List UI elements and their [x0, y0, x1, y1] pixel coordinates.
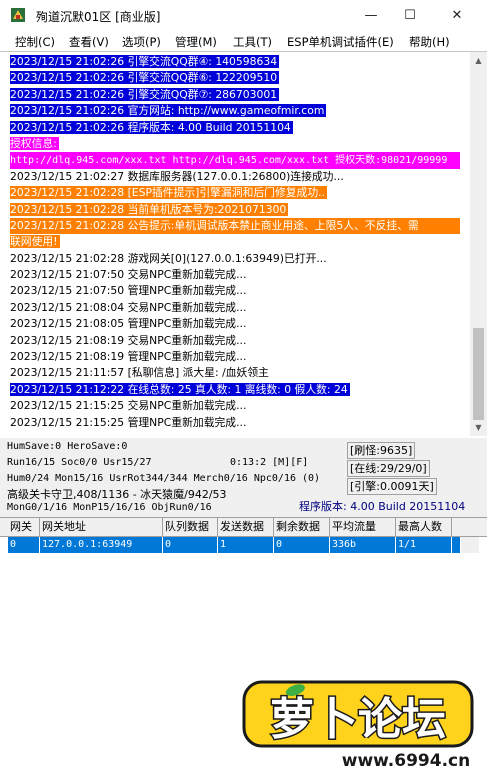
log-line: 2023/12/15 21:08:04 交易NPC重新加载完成...	[10, 300, 460, 316]
log-text: 2023/12/15 21:02:26 引擎交流QQ群⑦: 286703001	[10, 87, 280, 101]
scroll-thumb[interactable]	[473, 328, 484, 420]
cell-address: 127.0.0.1:63949	[40, 537, 163, 553]
log-text: 2023/12/15 21:02:26 程序版本: 4.00 Build 201…	[10, 120, 293, 134]
col-queue[interactable]: 队列数据	[163, 518, 218, 536]
table-scrollbar[interactable]	[461, 537, 479, 553]
menu-options[interactable]: 选项(P)	[122, 34, 161, 50]
log-line: 2023/12/15 21:02:28 游戏网关[0](127.0.0.1:63…	[10, 251, 460, 267]
log-line: 2023/12/15 21:08:19 管理NPC重新加载完成...	[10, 349, 460, 365]
cell-queue: 0	[163, 537, 218, 553]
log-lines: 2023/12/15 21:02:26 引擎交流QQ群④: 140598634 2…	[10, 54, 460, 431]
col-address[interactable]: 网关地址	[40, 518, 163, 536]
log-text: 2023/12/15 21:08:04 交易NPC重新加载完成...	[10, 300, 247, 314]
log-text: 2023/12/15 21:02:28 公告提示:单机调试版本禁止商业用途、上限…	[10, 218, 419, 232]
log-line: 2023/12/15 21:07:50 管理NPC重新加载完成...	[10, 283, 460, 299]
watermark-url: www.6994.cn	[342, 751, 470, 771]
log-text: 2023/12/15 21:02:26 引擎交流QQ群⑥: 122209510	[10, 71, 280, 85]
col-max-users[interactable]: 最高人数	[396, 518, 452, 536]
log-text: 2023/12/15 21:02:26 官方网站: http://www.gam…	[10, 104, 327, 118]
log-text: 2023/12/15 21:08:05 管理NPC重新加载完成...	[10, 317, 247, 331]
log-scrollbar[interactable]: ▲ ▼	[470, 52, 487, 436]
menu-tools[interactable]: 工具(T)	[233, 34, 272, 50]
app-icon	[11, 8, 25, 22]
log-line: 2023/12/15 21:02:27 数据库服务器(127.0.0.1:268…	[10, 169, 460, 185]
col-sent[interactable]: 发送数据	[218, 518, 274, 536]
log-panel[interactable]: 2023/12/15 21:02:26 引擎交流QQ群④: 140598634 2…	[0, 51, 487, 439]
status-mon: MonG0/1/16 MonP15/16/16 ObjRun0/16	[7, 502, 212, 513]
log-line: 2023/12/15 21:02:26 程序版本: 4.00 Build 201…	[10, 120, 460, 136]
watermark-brand: 萝卜论坛	[270, 694, 446, 745]
log-text: 2023/12/15 21:15:25 管理NPC重新加载完成...	[10, 415, 247, 429]
log-line: 2023/12/15 21:07:50 交易NPC重新加载完成...	[10, 267, 460, 283]
menu-control[interactable]: 控制(C)	[15, 34, 55, 50]
menu-view[interactable]: 查看(V)	[69, 34, 109, 50]
engine-box: [引擎:0.0091天]	[347, 478, 437, 495]
cell-gateway: 0	[8, 537, 40, 553]
log-line: 2023/12/15 21:11:57 [私聊信息] 派大星: /血妖领主	[10, 365, 460, 381]
log-line: 授权信息:	[10, 136, 460, 152]
log-line: 联网使用!	[10, 234, 460, 250]
menu-manage[interactable]: 管理(M)	[175, 34, 217, 50]
log-line: 2023/12/15 21:12:22 在线总数: 25 真人数: 1 离线数:…	[10, 382, 460, 398]
cell-avg-traffic: 336b	[330, 537, 396, 553]
log-line: 2023/12/15 21:02:26 引擎交流QQ群⑥: 122209510	[10, 70, 460, 86]
log-text: 2023/12/15 21:02:28 [ESP插件提示]引擎漏洞和后门修复成功…	[10, 186, 328, 200]
log-line: 2023/12/15 21:15:25 交易NPC重新加载完成...	[10, 398, 460, 414]
menu-help[interactable]: 帮助(H)	[409, 34, 450, 50]
log-line: 2023/12/15 21:02:28 公告提示:单机调试版本禁止商业用途、上限…	[10, 217, 460, 235]
log-text: 2023/12/15 21:02:28 游戏网关[0](127.0.0.1:63…	[10, 251, 327, 265]
log-text: 2023/12/15 21:07:50 管理NPC重新加载完成...	[10, 284, 247, 298]
log-text: 联网使用!	[10, 235, 60, 249]
log-text: 2023/12/15 21:15:25 交易NPC重新加载完成...	[10, 399, 247, 413]
close-button[interactable]: ✕	[434, 0, 480, 31]
status-run: Run16/15 Soc0/0 Usr15/27	[7, 457, 152, 468]
log-text: 2023/12/15 21:02:26 引擎交流QQ群④: 140598634	[10, 55, 280, 68]
log-text: 2023/12/15 21:12:22 在线总数: 25 真人数: 1 离线数:…	[10, 382, 350, 396]
scroll-down-icon[interactable]: ▼	[470, 419, 487, 436]
window-title: 殉道沉默01区 [商业版]	[36, 10, 161, 24]
log-line: http://dlq.945.com/xxx.txt http://dlq.94…	[10, 152, 460, 169]
log-text: 2023/12/15 21:11:57 [私聊信息] 派大星: /血妖领主	[10, 366, 269, 380]
log-text: 2023/12/15 21:02:27 数据库服务器(127.0.0.1:268…	[10, 169, 344, 183]
cell-remaining: 0	[274, 537, 330, 553]
log-text: 授权信息:	[10, 136, 59, 150]
status-panel: HumSave:0 HeroSave:0 [刷怪:9635] Run16/15 …	[0, 438, 487, 516]
online-box: [在线:29/29/0]	[347, 460, 430, 477]
menu-bar: 控制(C) 查看(V) 选项(P) 管理(M) 工具(T) ESP单机调试插件(…	[0, 31, 487, 51]
maximize-button[interactable]: ☐	[387, 0, 433, 31]
log-line: 2023/12/15 21:02:26 引擎交流QQ群⑦: 286703001	[10, 87, 460, 103]
col-remaining[interactable]: 剩余数据	[274, 518, 330, 536]
log-line: 2023/12/15 21:02:26 官方网站: http://www.gam…	[10, 103, 460, 119]
scroll-up-icon[interactable]: ▲	[470, 52, 487, 69]
cell-max-users: 1/1	[396, 537, 452, 553]
watermark-logo: 萝卜论坛 www.6994.cn	[242, 680, 474, 771]
status-hum: Hum0/24 Mon15/16 UsrRot344/344 Merch0/16…	[7, 473, 321, 484]
log-line: 2023/12/15 21:02:28 [ESP插件提示]引擎漏洞和后门修复成功…	[10, 185, 460, 201]
log-line: 2023/12/15 21:02:26 引擎交流QQ群④: 140598634	[10, 54, 460, 70]
table-row[interactable]: 0 127.0.0.1:63949 0 1 0 336b 1/1	[8, 537, 460, 553]
menu-esp-plugin[interactable]: ESP单机调试插件(E)	[287, 34, 394, 50]
refresh-monster-box: [刷怪:9635]	[347, 442, 416, 459]
log-text: 2023/12/15 21:07:50 交易NPC重新加载完成...	[10, 268, 247, 282]
table-header: 网关 网关地址 队列数据 发送数据 剩余数据 平均流量 最高人数	[0, 518, 487, 537]
log-line: 2023/12/15 21:15:25 管理NPC重新加载完成...	[10, 415, 460, 431]
col-avg-traffic[interactable]: 平均流量	[330, 518, 396, 536]
log-line: 2023/12/15 21:08:05 管理NPC重新加载完成...	[10, 316, 460, 332]
log-text: 2023/12/15 21:08:19 交易NPC重新加载完成...	[10, 333, 247, 347]
version-label: 程序版本: 4.00 Build 20151104	[299, 500, 466, 513]
log-line: 2023/12/15 21:08:19 交易NPC重新加载完成...	[10, 333, 460, 349]
status-uptime: 0:13:2 [M][F]	[230, 457, 309, 468]
title-bar[interactable]: 殉道沉默01区 [商业版] — ☐ ✕	[0, 0, 487, 31]
log-text: http://dlq.945.com/xxx.txt http://dlq.94…	[10, 155, 448, 167]
cell-sent: 1	[218, 537, 274, 553]
log-text: 2023/12/15 21:08:19 管理NPC重新加载完成...	[10, 350, 247, 364]
log-line: 2023/12/15 21:02:28 当前单机版本号为:2021071300	[10, 202, 460, 218]
status-boss: 高级关卡守卫,408/1136 - 冰天猿魔/942/53	[7, 488, 227, 501]
col-gateway[interactable]: 网关	[8, 518, 40, 536]
status-save: HumSave:0 HeroSave:0	[7, 441, 128, 452]
log-text: 2023/12/15 21:02:28 当前单机版本号为:2021071300	[10, 202, 289, 216]
